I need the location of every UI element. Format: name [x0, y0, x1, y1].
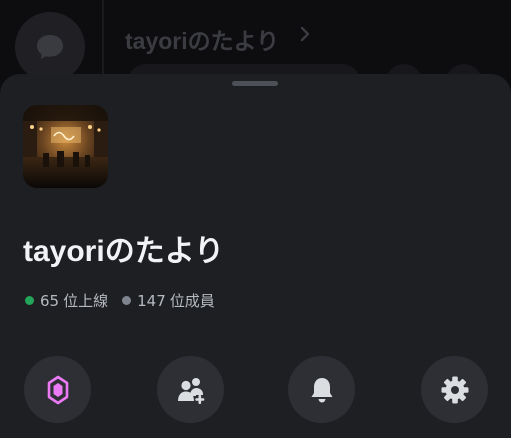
online-count: 65: [40, 291, 60, 310]
chevron-right-icon: [300, 26, 310, 42]
member-label: 位成員: [169, 292, 215, 310]
online-label: 位上線: [63, 292, 109, 310]
server-sheet: tayoriのたより 65 位上線 147 位成員: [0, 74, 511, 438]
online-dot-icon: [25, 296, 34, 305]
member-stats: 65 位上線 147 位成員: [25, 290, 215, 311]
chat-bubble-icon: [37, 35, 63, 59]
settings-button[interactable]: [421, 356, 488, 423]
screen: tayoriのたより tayoriのたより 65 位上線 147 位成員: [0, 0, 511, 438]
dm-button[interactable]: [15, 12, 85, 82]
gear-icon: [441, 376, 468, 403]
drag-handle[interactable]: [232, 81, 278, 86]
server-avatar-image: [23, 105, 108, 188]
server-avatar: [23, 105, 108, 188]
member-dot-icon: [122, 296, 132, 305]
invite-button[interactable]: [157, 356, 224, 423]
boost-gem-icon: [47, 375, 68, 404]
member-stat: 147 位成員: [122, 290, 215, 311]
member-count: 147: [137, 291, 166, 310]
online-stat: 65 位上線: [25, 290, 108, 311]
boost-button[interactable]: [24, 356, 91, 423]
add-member-icon: [177, 377, 204, 404]
channel-header-title[interactable]: tayoriのたより: [125, 22, 279, 56]
server-name: tayoriのたより: [23, 235, 225, 268]
notifications-button[interactable]: [288, 356, 355, 423]
bell-icon: [311, 377, 332, 402]
